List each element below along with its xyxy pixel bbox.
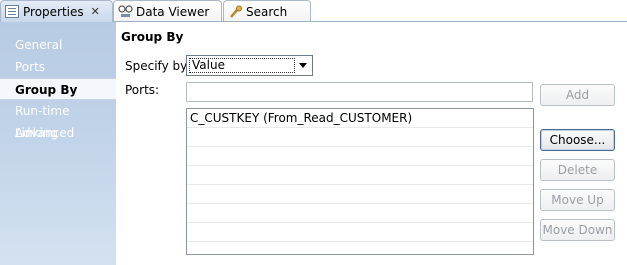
list-item[interactable] — [187, 166, 533, 185]
nav-item-run-time-linking[interactable]: Run-time Linking — [0, 100, 116, 140]
ports-label: Ports: — [125, 83, 160, 97]
list-item[interactable] — [187, 185, 533, 204]
list-item[interactable] — [187, 147, 533, 166]
specify-by-select[interactable]: Value — [186, 55, 313, 76]
close-icon[interactable]: ✕ — [91, 5, 100, 18]
tab-data-viewer-label: Data Viewer — [136, 4, 210, 19]
nav-item-general[interactable]: General — [0, 34, 116, 56]
nav-item-group-by[interactable]: Group By — [0, 78, 116, 100]
nav-item-ports[interactable]: Ports — [0, 56, 116, 78]
tab-properties[interactable]: Properties ✕ — [0, 0, 113, 22]
search-icon — [228, 5, 242, 18]
tab-data-viewer[interactable]: Data Viewer — [113, 0, 222, 22]
delete-button[interactable]: Delete — [540, 159, 615, 181]
list-item[interactable]: C_CUSTKEY (From_Read_CUSTOMER) — [187, 109, 533, 128]
list-item[interactable] — [187, 223, 533, 242]
ports-list[interactable]: C_CUSTKEY (From_Read_CUSTOMER) — [186, 108, 534, 255]
move-down-button[interactable]: Move Down — [540, 219, 615, 241]
choose-button[interactable]: Choose... — [540, 129, 615, 151]
chevron-down-icon[interactable] — [299, 63, 307, 68]
data-viewer-icon — [118, 5, 133, 18]
move-up-button[interactable]: Move Up — [540, 189, 615, 211]
view-tab-bar: Properties ✕ Data Viewer Search — [0, 0, 627, 22]
tab-search-label: Search — [246, 4, 288, 19]
tab-properties-label: Properties — [23, 4, 84, 19]
nav-item-advanced[interactable]: Advanced — [0, 122, 116, 144]
list-item[interactable] — [187, 128, 533, 147]
list-item[interactable] — [187, 204, 533, 223]
section-title: Group By — [121, 30, 184, 44]
specify-by-label: Specify by: — [125, 59, 191, 73]
ports-input[interactable] — [186, 82, 533, 102]
properties-nav: General Ports Group By Run-time Linking … — [0, 22, 116, 265]
specify-by-value: Value — [189, 58, 295, 73]
tab-search[interactable]: Search — [223, 0, 311, 22]
properties-icon — [5, 5, 19, 18]
list-item[interactable] — [187, 242, 533, 254]
add-button[interactable]: Add — [540, 84, 615, 106]
